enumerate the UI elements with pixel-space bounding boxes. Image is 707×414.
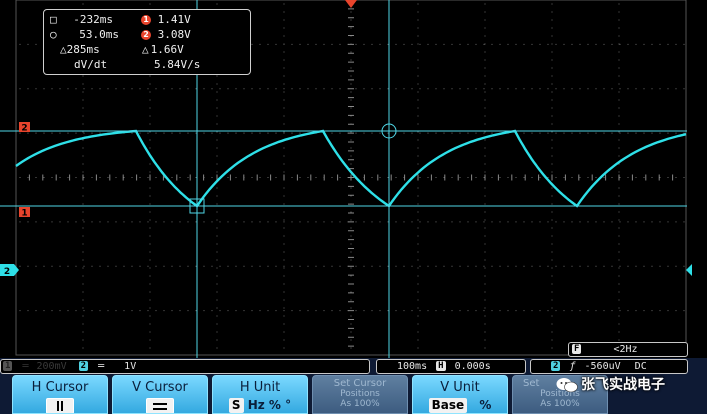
h-unit-hz-option[interactable]: Hz <box>248 398 265 412</box>
v-cursor-2-value: 3.08V <box>157 28 191 41</box>
svg-text:2: 2 <box>4 267 10 277</box>
v-unit-base-option[interactable]: Base <box>428 398 468 413</box>
h-unit-label: H Unit <box>239 380 281 395</box>
ref-1-marker: 1 <box>19 207 30 219</box>
timebase-status[interactable]: 100ms H 0.000s <box>376 359 526 374</box>
h-unit-pct-option[interactable]: % <box>269 398 281 412</box>
cursor-2-badge-icon: 2 <box>141 30 151 40</box>
channel-2-scale: 1V <box>124 361 137 372</box>
frequency-counter: F <2Hz <box>568 342 688 357</box>
h-cursor-2-value: 53.0ms <box>79 28 119 41</box>
rising-edge-icon: ƒ <box>569 361 576 372</box>
h-cursor-2-row: ○ 53.0ms <box>50 29 119 41</box>
v-unit-pct-option[interactable]: % <box>479 398 491 412</box>
channel-1-coupling-icon: ═ <box>22 361 29 372</box>
delta-icon: △ <box>142 43 149 56</box>
square-cursor-icon: □ <box>50 13 57 26</box>
v-cursor-2-row: 2 3.08V <box>141 29 191 41</box>
channel-1-badge-icon: 1 <box>3 361 13 371</box>
v-cursor-label: V Cursor <box>132 380 188 395</box>
circle-cursor-icon: ○ <box>50 28 57 41</box>
v-unit-button[interactable]: V Unit Base % <box>412 375 508 414</box>
slope-value: 5.84V/s <box>154 58 201 71</box>
h-position-value: 0.000s <box>454 361 491 372</box>
wechat-icon <box>556 378 578 393</box>
watermark-text: 张飞实战电子 <box>581 377 665 393</box>
set-cursor-button[interactable]: Set Cursor Positions As 100% <box>312 375 408 414</box>
channel-2-coupling-icon: ═ <box>98 361 105 372</box>
double-horizontal-line-icon <box>146 398 174 413</box>
frequency-badge: F <box>572 344 582 354</box>
slope-label: dV/dt <box>74 58 108 71</box>
frequency-value: <2Hz <box>613 344 638 355</box>
h-unit-options: S Hz % ° <box>213 398 307 413</box>
v-cursor-1-value: 1.41V <box>157 13 191 26</box>
ref-2-marker: 2 <box>19 122 30 134</box>
channel-2-badge: 2 <box>78 361 89 371</box>
svg-text:2: 2 <box>21 124 27 134</box>
svg-text:1: 1 <box>21 209 27 219</box>
trigger-source-badge: 2 <box>551 361 561 371</box>
v-delta-row: △ 1.66V <box>142 44 184 56</box>
cursor-1-badge-icon: 1 <box>141 15 151 25</box>
delta-icon: △ <box>60 43 67 56</box>
h-delta-value: 285ms <box>66 43 100 56</box>
trigger-level-value: -560uV <box>584 361 621 372</box>
h-unit-s-option[interactable]: S <box>228 398 244 413</box>
trigger-coupling: DC <box>634 361 647 372</box>
v-unit-options: Base % <box>413 398 507 413</box>
set-cursor-sub2: As 100% <box>340 399 380 409</box>
cursor-readout-panel: □ -232ms ○ 53.0ms △285ms dV/dt 1 1.41V 2… <box>43 9 251 75</box>
set-cursor-title: Set Cursor <box>333 378 387 389</box>
v-cursor-button[interactable]: V Cursor <box>112 375 208 414</box>
channel-1-scale: 200mV <box>36 361 67 372</box>
watermark: 张飞实战电子 <box>556 374 665 394</box>
h-cursor-button[interactable]: H Cursor <box>12 375 108 414</box>
h-cursor-1-row: □ -232ms <box>50 14 113 26</box>
set-cursor-sub1: Positions <box>340 389 380 399</box>
oscilloscope-screen: 2 1 2 □ -232ms ○ 53.0ms △285ms dV/dt 1 1… <box>0 0 707 414</box>
v-unit-label: V Unit <box>440 380 480 395</box>
v-delta-value: 1.66V <box>150 43 184 56</box>
set-cursor-right-sub2: As 100% <box>540 399 580 409</box>
timebase-value: 100ms <box>397 361 428 372</box>
v-cursor-1-row: 1 1.41V <box>141 14 191 26</box>
h-position-badge: H <box>436 361 446 371</box>
h-unit-deg-option[interactable]: ° <box>285 398 291 412</box>
h-cursor-1-value: -232ms <box>73 13 113 26</box>
h-cursor-label: H Cursor <box>31 380 89 395</box>
channel-status-bar[interactable]: 1 ═ 200mV 2 ═ 1V <box>0 359 370 374</box>
h-delta-row: △285ms <box>60 44 100 56</box>
h-unit-button[interactable]: H Unit S Hz % ° <box>212 375 308 414</box>
double-vertical-line-icon <box>46 398 74 413</box>
trigger-status[interactable]: 2 ƒ -560uV DC <box>530 359 688 374</box>
